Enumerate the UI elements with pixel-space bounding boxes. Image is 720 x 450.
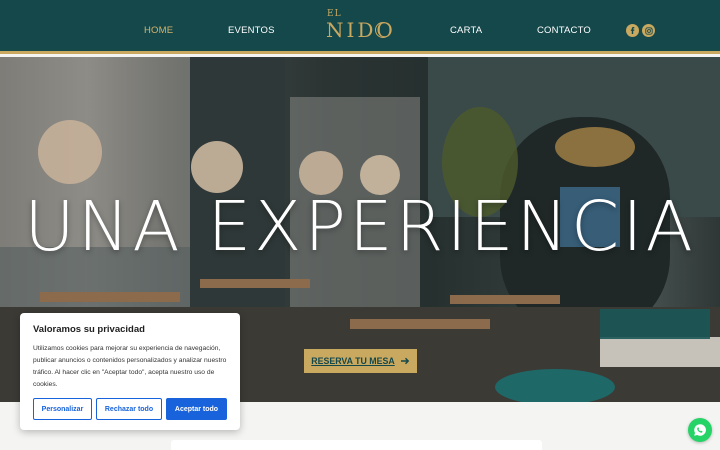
- whatsapp-button[interactable]: [688, 418, 712, 442]
- content-card: [171, 440, 542, 450]
- facebook-icon[interactable]: [626, 24, 639, 37]
- logo-ring-icon: [375, 22, 391, 38]
- cookie-actions: Personalizar Rechazar todo Aceptar todo: [33, 398, 227, 420]
- reject-all-button[interactable]: Rechazar todo: [96, 398, 162, 420]
- hero-title: UNA EXPERIENCIA: [24, 187, 696, 267]
- nav-carta[interactable]: CARTA: [450, 25, 482, 36]
- customize-cookies-button[interactable]: Personalizar: [33, 398, 92, 420]
- reserve-table-button[interactable]: RESERVA TU MESA: [304, 349, 417, 373]
- nav-contacto[interactable]: CONTACTO: [537, 25, 591, 36]
- nav-home[interactable]: HOME: [144, 25, 173, 36]
- whatsapp-icon: [694, 424, 706, 436]
- cookie-title: Valoramos su privacidad: [33, 324, 145, 335]
- logo[interactable]: EL NIDO: [326, 9, 394, 43]
- reserve-table-label: RESERVA TU MESA: [311, 356, 395, 366]
- top-navigation: HOME EVENTOS EL NIDO CARTA CONTACTO: [0, 0, 720, 54]
- accept-all-button[interactable]: Aceptar todo: [166, 398, 227, 420]
- cookie-description: Utilizamos cookies para mejorar su exper…: [33, 345, 227, 388]
- cookie-consent-banner: Valoramos su privacidad Utilizamos cooki…: [20, 313, 240, 430]
- instagram-icon[interactable]: [642, 24, 655, 37]
- arrow-right-icon: [400, 357, 409, 365]
- nav-eventos[interactable]: EVENTOS: [228, 25, 275, 36]
